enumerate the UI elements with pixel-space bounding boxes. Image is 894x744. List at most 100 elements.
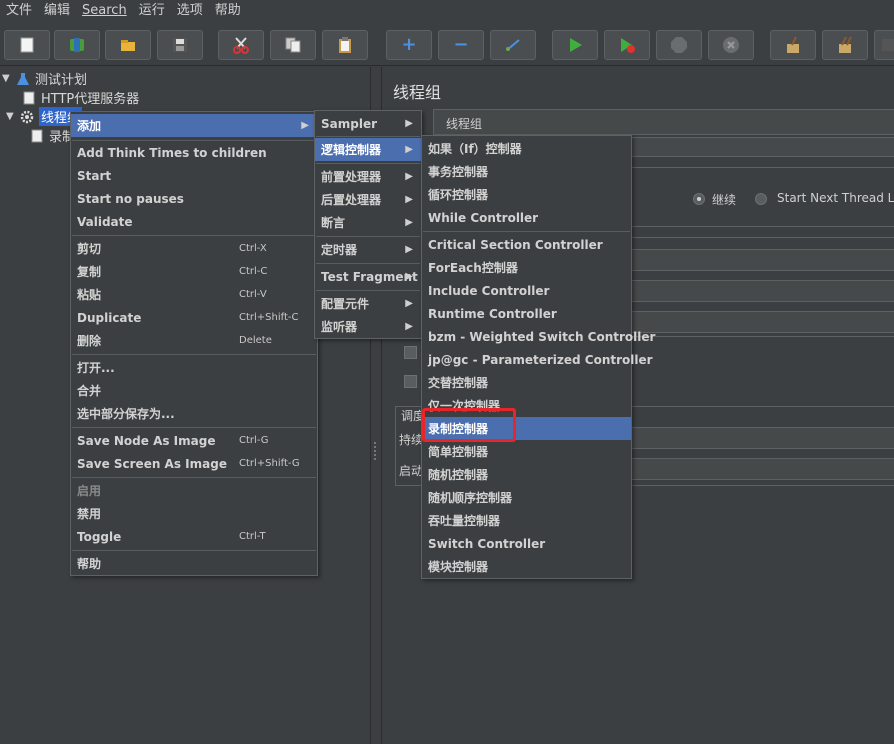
grip-icon xyxy=(374,442,379,460)
menu-help[interactable]: 帮助 xyxy=(209,0,247,22)
next-loop-radio[interactable] xyxy=(755,193,767,205)
name-field[interactable]: 线程组 xyxy=(433,109,894,135)
toggle-button[interactable] xyxy=(490,30,536,60)
tree-node-test-plan[interactable]: ▼ 测试计划 xyxy=(2,69,87,88)
panel-title: 线程组 xyxy=(393,83,442,102)
menu-item-validate[interactable]: Validate xyxy=(71,210,317,233)
menu-item-paste[interactable]: 粘贴 Ctrl-V xyxy=(71,283,317,306)
start-no-pauses-button[interactable] xyxy=(604,30,650,60)
menu-item-help[interactable]: 帮助 xyxy=(71,552,317,575)
templates-button[interactable] xyxy=(54,30,100,60)
menu-options[interactable]: 选项 xyxy=(171,0,209,22)
ramp-up-field[interactable] xyxy=(623,280,894,302)
menu-item-if-controller[interactable]: 如果（If）控制器 xyxy=(422,137,631,160)
submenu-arrow-icon: ▶ xyxy=(405,298,413,309)
menu-item-random-controller[interactable]: 随机控制器 xyxy=(422,463,631,486)
menu-item-add[interactable]: 添加 ▶ xyxy=(71,114,317,137)
menu-item-parameterized-controller[interactable]: jp@gc - Parameterized Controller xyxy=(422,348,653,371)
menu-edit[interactable]: 编辑 xyxy=(38,0,76,22)
menu-item-module-controller[interactable]: 模块控制器 xyxy=(422,555,631,578)
tree-node-recorder[interactable]: 录制 xyxy=(30,126,75,145)
menu-item-config-element[interactable]: 配置元件 ▶ xyxy=(315,292,421,315)
menu-item-switch-controller[interactable]: Switch Controller xyxy=(422,532,631,555)
menu-item-foreach-controller[interactable]: ForEach控制器 xyxy=(422,256,631,279)
menu-item-delete[interactable]: 删除 Delete xyxy=(71,329,317,352)
menu-item-save-screen-image[interactable]: Save Screen As Image Ctrl+Shift-G xyxy=(71,452,317,475)
menu-item-start[interactable]: Start xyxy=(71,164,317,187)
clear-all-icon xyxy=(836,36,854,54)
menu-item-merge[interactable]: 合并 xyxy=(71,379,317,402)
menu-item-timer[interactable]: 定时器 ▶ xyxy=(315,238,421,261)
submenu-arrow-icon: ▶ xyxy=(405,217,413,228)
menu-item-while-controller[interactable]: While Controller xyxy=(422,206,631,229)
menu-item-listener[interactable]: 监听器 ▶ xyxy=(315,315,421,338)
menu-item-weighted-switch-controller[interactable]: bzm - Weighted Switch Controller xyxy=(422,325,655,348)
shutdown-button[interactable] xyxy=(708,30,754,60)
duration-field[interactable] xyxy=(623,427,894,449)
continue-radio[interactable] xyxy=(693,193,705,205)
menu-item-throughput-controller[interactable]: 吞吐量控制器 xyxy=(422,509,631,532)
clear-button[interactable] xyxy=(770,30,816,60)
menu-separator xyxy=(316,290,420,291)
copy-button[interactable] xyxy=(270,30,316,60)
menu-item-interleave-controller[interactable]: 交替控制器 xyxy=(422,371,631,394)
gear-icon xyxy=(20,110,34,124)
menu-item-save-selection[interactable]: 选中部分保存为... xyxy=(71,402,317,425)
same-user-checkbox[interactable] xyxy=(404,346,417,359)
menu-item-copy[interactable]: 复制 Ctrl-C xyxy=(71,260,317,283)
menu-file[interactable]: 文件 xyxy=(0,0,38,22)
threads-field[interactable] xyxy=(623,249,894,271)
menu-separator xyxy=(72,235,316,236)
collapse-button[interactable]: − xyxy=(438,30,484,60)
menu-item-transaction-controller[interactable]: 事务控制器 xyxy=(422,160,631,183)
menu-separator xyxy=(72,477,316,478)
startup-delay-label: 启动 xyxy=(399,464,424,478)
menu-search[interactable]: Search xyxy=(76,0,133,22)
menu-item-pre-processor[interactable]: 前置处理器 ▶ xyxy=(315,165,421,188)
menu-item-post-processor[interactable]: 后置处理器 ▶ xyxy=(315,188,421,211)
menu-item-logic-controller[interactable]: 逻辑控制器 ▶ xyxy=(315,138,421,161)
menu-item-test-fragment[interactable]: Test Fragment ▶ xyxy=(315,265,421,288)
menu-item-enable[interactable]: 启用 xyxy=(71,479,317,502)
menu-item-add-think-times[interactable]: Add Think Times to children xyxy=(71,141,317,164)
menu-separator xyxy=(72,550,316,551)
delay-creation-checkbox[interactable] xyxy=(404,375,417,388)
menu-item-random-order-controller[interactable]: 随机顺序控制器 xyxy=(422,486,631,509)
menu-item-sampler[interactable]: Sampler ▶ xyxy=(315,112,421,135)
clear-all-button[interactable] xyxy=(822,30,868,60)
open-button[interactable] xyxy=(105,30,151,60)
menu-item-cut[interactable]: 剪切 Ctrl-X xyxy=(71,237,317,260)
highlight-annotation-box xyxy=(422,408,516,442)
menu-item-runtime-controller[interactable]: Runtime Controller xyxy=(422,302,631,325)
menu-item-include-controller[interactable]: Include Controller xyxy=(422,279,631,302)
expand-arrow-icon[interactable]: ▼ xyxy=(6,111,16,122)
menu-item-disable[interactable]: 禁用 xyxy=(71,502,317,525)
cut-icon xyxy=(232,36,250,54)
cut-button[interactable] xyxy=(218,30,264,60)
menu-item-open[interactable]: 打开... xyxy=(71,356,317,379)
context-menu: 添加 ▶ Add Think Times to children Start St… xyxy=(70,111,318,576)
more-button[interactable] xyxy=(874,30,894,60)
paste-button[interactable] xyxy=(322,30,368,60)
menu-item-assertion[interactable]: 断言 ▶ xyxy=(315,211,421,234)
startup-delay-field[interactable] xyxy=(623,458,894,480)
loop-count-field[interactable] xyxy=(623,311,894,333)
menu-separator xyxy=(72,354,316,355)
menu-item-duplicate[interactable]: Duplicate Ctrl+Shift-C xyxy=(71,306,317,329)
menu-item-critical-section-controller[interactable]: Critical Section Controller xyxy=(422,233,631,256)
menu-item-save-node-image[interactable]: Save Node As Image Ctrl-G xyxy=(71,429,317,452)
expand-button[interactable]: + xyxy=(386,30,432,60)
start-button[interactable] xyxy=(552,30,598,60)
stop-button[interactable] xyxy=(656,30,702,60)
menu-run[interactable]: 运行 xyxy=(133,0,171,22)
new-button[interactable] xyxy=(4,30,50,60)
menu-item-toggle[interactable]: Toggle Ctrl-T xyxy=(71,525,317,548)
expand-arrow-icon[interactable]: ▼ xyxy=(2,73,12,84)
save-icon xyxy=(171,36,189,54)
collapse-icon: − xyxy=(453,34,469,55)
tree-node-http-proxy[interactable]: HTTP代理服务器 xyxy=(22,88,139,107)
menu-item-loop-controller[interactable]: 循环控制器 xyxy=(422,183,631,206)
menu-item-simple-controller[interactable]: 简单控制器 xyxy=(422,440,631,463)
menu-item-start-no-pauses[interactable]: Start no pauses xyxy=(71,187,317,210)
save-button[interactable] xyxy=(157,30,203,60)
